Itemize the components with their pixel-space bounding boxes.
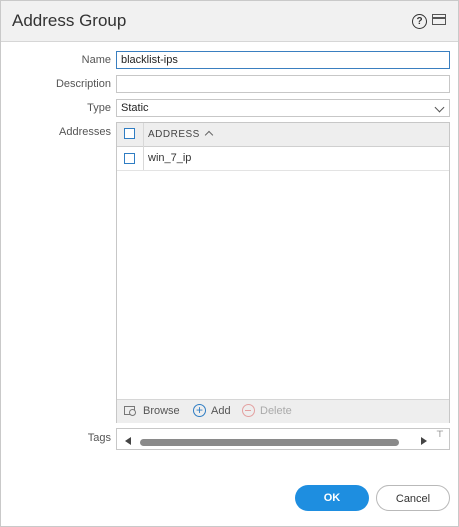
- type-label: Type: [87, 102, 111, 114]
- add-button[interactable]: Add: [211, 405, 231, 417]
- description-input[interactable]: [116, 75, 450, 93]
- expand-icon[interactable]: ⊤: [436, 429, 444, 440]
- dialog-titlebar[interactable]: Address Group ?: [1, 1, 458, 42]
- type-select-value: Static: [121, 102, 149, 114]
- chevron-down-icon: [434, 102, 445, 113]
- cancel-button[interactable]: Cancel: [376, 485, 450, 511]
- delete-icon: [242, 404, 255, 417]
- add-icon[interactable]: +: [193, 404, 206, 417]
- help-icon[interactable]: ?: [412, 14, 427, 29]
- addresses-label: Addresses: [59, 126, 111, 138]
- tags-input[interactable]: ⊤: [116, 428, 450, 450]
- browse-icon[interactable]: [124, 406, 136, 416]
- delete-button: Delete: [260, 405, 292, 417]
- name-input[interactable]: blacklist-ips: [116, 51, 450, 69]
- scroll-right-icon[interactable]: [421, 437, 427, 445]
- select-all-checkbox[interactable]: [124, 128, 135, 139]
- address-group-dialog: Address Group ? Name blacklist-ips Descr…: [0, 0, 459, 527]
- row-checkbox[interactable]: [124, 153, 135, 164]
- addresses-grid: ADDRESS win_7_ip Browse + Add Delete: [116, 122, 450, 423]
- scroll-left-icon[interactable]: [125, 437, 131, 445]
- address-cell: win_7_ip: [148, 152, 192, 164]
- address-column-header[interactable]: ADDRESS: [148, 129, 200, 140]
- tags-label: Tags: [87, 432, 111, 444]
- maximize-icon[interactable]: [432, 14, 446, 25]
- sort-ascending-icon[interactable]: [204, 130, 214, 140]
- grid-toolbar: Browse + Add Delete: [117, 399, 449, 423]
- table-row[interactable]: win_7_ip: [117, 147, 449, 171]
- grid-header: ADDRESS: [117, 123, 449, 147]
- browse-button[interactable]: Browse: [143, 405, 180, 417]
- name-label: Name: [81, 54, 111, 66]
- dialog-title: Address Group: [12, 11, 127, 30]
- ok-button[interactable]: OK: [295, 485, 369, 511]
- type-select[interactable]: Static: [116, 99, 450, 117]
- description-label: Description: [55, 78, 111, 90]
- scrollbar-thumb[interactable]: [140, 439, 399, 446]
